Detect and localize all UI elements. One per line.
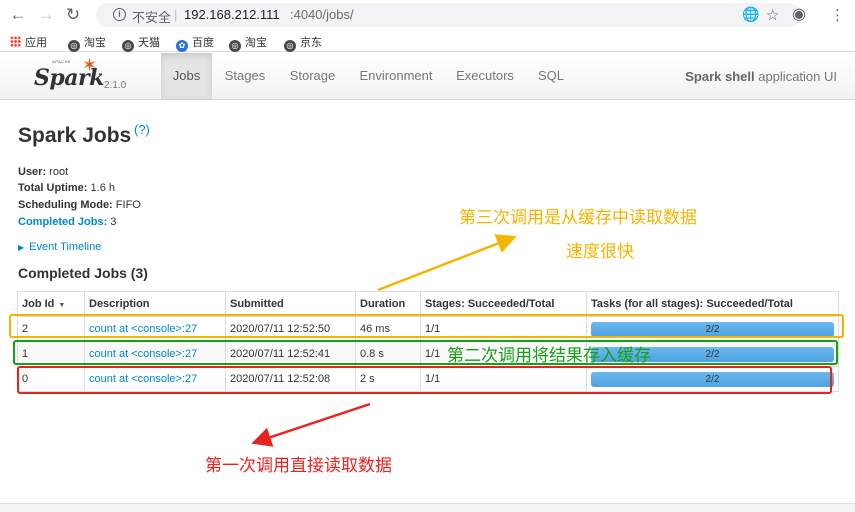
- arrow-first-call: [251, 402, 371, 447]
- annotation-arrows: [251, 234, 517, 447]
- annotation-first: 第一次调用直接读取数据: [205, 456, 392, 476]
- window-bottom-edge: [0, 503, 855, 512]
- annotation-third-line2: 速度很快: [566, 242, 634, 262]
- arrow-third-call: [377, 234, 517, 292]
- annotation-third-line1: 第三次调用是从缓存中读取数据: [459, 208, 697, 228]
- annotation-second: 第二次调用将结果存入缓存: [447, 346, 651, 366]
